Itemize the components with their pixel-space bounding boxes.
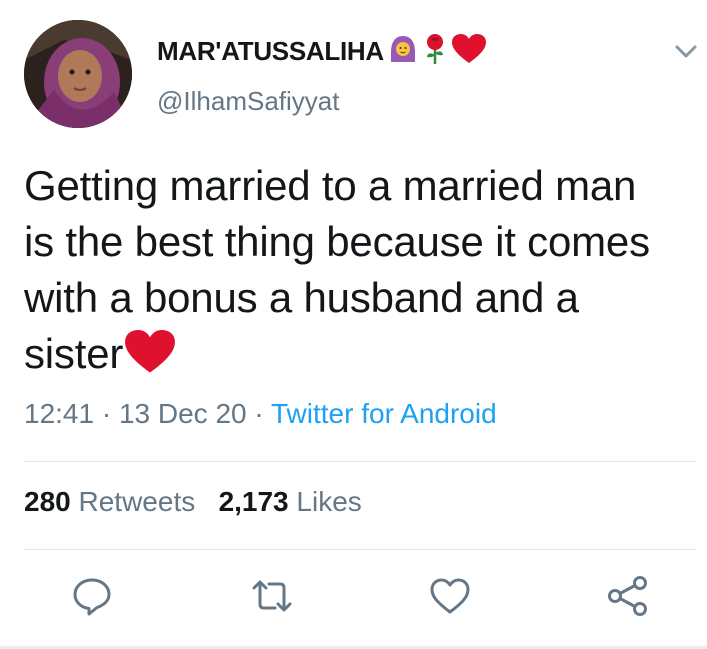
retweets-count: 280 [24,486,71,517]
likes-label: Likes [296,486,362,517]
rose-emoji [422,33,448,70]
meta-separator: · [254,398,264,429]
name-row: MAR'ATUSSALIHA [157,32,486,70]
like-icon[interactable] [428,574,472,618]
red-heart-emoji [124,330,176,388]
action-bar [0,574,707,624]
likes-stat[interactable]: 2,173 Likes [219,486,362,517]
meta-separator: · [101,398,112,429]
likes-count: 2,173 [218,486,289,517]
tweet-text-line: is the best thing because it comes [24,218,650,265]
tweet-text-line: Getting married to a married man [24,162,637,209]
retweets-label: Retweets [78,486,196,517]
tweet-text: Getting married to a married man is the … [24,158,700,388]
red-heart-emoji [451,33,486,69]
retweet-icon[interactable] [250,574,294,618]
divider [24,461,696,462]
engagement-stats: 280 Retweets 2,173 Likes [24,486,362,518]
tweet-time[interactable]: 12:41 [24,398,94,429]
reply-icon[interactable] [70,574,114,618]
tweet-date[interactable]: 13 Dec 20 [119,398,247,429]
divider [24,549,696,550]
avatar-photo [24,20,132,128]
share-icon[interactable] [606,574,650,618]
tweet-text-line: with a bonus a husband and a [24,274,579,321]
avatar[interactable] [24,20,132,128]
person-with-headscarf-emoji [388,34,418,69]
user-handle[interactable]: @IlhamSafiyyat [157,86,339,117]
tweet-meta: 12:41 · 13 Dec 20 · Twitter for Android [24,398,497,430]
tweet-source-link[interactable]: Twitter for Android [271,398,497,429]
chevron-down-icon[interactable] [672,40,700,62]
display-name[interactable]: MAR'ATUSSALIHA [157,36,384,67]
retweets-stat[interactable]: 280 Retweets [24,486,195,517]
tweet-text-line: sister [24,326,700,388]
tweet-text-segment: sister [24,330,124,377]
